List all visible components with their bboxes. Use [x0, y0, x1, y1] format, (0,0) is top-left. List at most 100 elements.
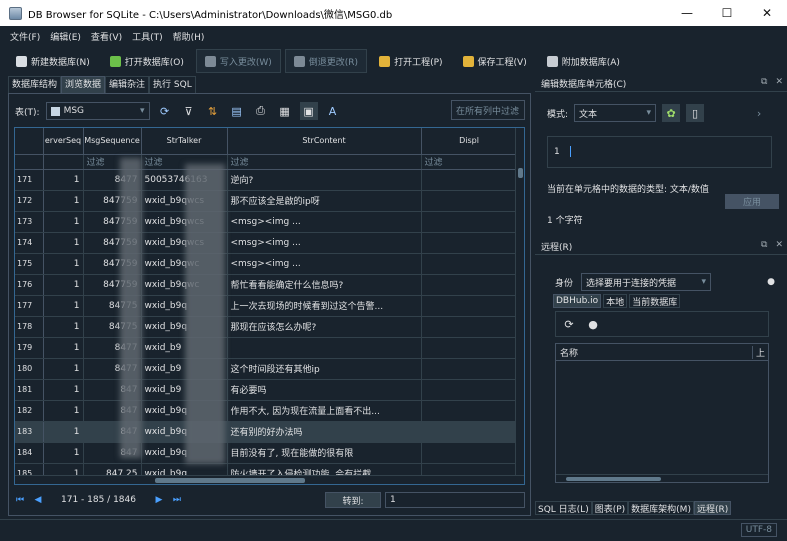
- apply-button[interactable]: 应用: [725, 194, 779, 209]
- cell[interactable]: 有必要吗: [227, 379, 422, 401]
- cell[interactable]: 1: [43, 358, 84, 380]
- tab-execute-sql[interactable]: 执行 SQL: [149, 76, 196, 93]
- cell[interactable]: [421, 316, 518, 338]
- float-icon[interactable]: ⧉: [761, 240, 767, 250]
- remote-list[interactable]: 名称 上: [555, 343, 769, 483]
- cell[interactable]: <msg><img ...: [227, 253, 422, 275]
- more-icon[interactable]: ›: [750, 104, 768, 122]
- cell[interactable]: [421, 190, 518, 212]
- tab-db-schema[interactable]: 数据库架构(M): [628, 501, 694, 515]
- cell[interactable]: 1: [43, 169, 84, 191]
- column-header[interactable]: MsgSequence: [83, 128, 142, 155]
- cell[interactable]: [421, 421, 518, 443]
- scroll-thumb[interactable]: [566, 477, 661, 481]
- goto-input[interactable]: 1: [385, 492, 525, 508]
- filter-input[interactable]: 过滤: [421, 154, 518, 170]
- cell[interactable]: 1: [43, 232, 84, 254]
- sort-icon[interactable]: ⇅: [204, 102, 222, 120]
- clone-icon[interactable]: ●: [584, 315, 602, 333]
- cell[interactable]: [227, 337, 422, 359]
- filter-input[interactable]: 过滤: [227, 154, 422, 170]
- previous-record-icon[interactable]: ◀: [33, 495, 43, 505]
- cell[interactable]: [421, 232, 518, 254]
- row-number[interactable]: 173: [15, 211, 44, 233]
- row-number[interactable]: 176: [15, 274, 44, 296]
- cell[interactable]: [421, 253, 518, 275]
- print-icon[interactable]: ⎙: [252, 102, 270, 120]
- save-project-button[interactable]: 保存工程(V): [455, 49, 535, 73]
- cell[interactable]: 1: [43, 442, 84, 464]
- name-column-header[interactable]: 名称: [556, 346, 752, 359]
- delete-record-icon[interactable]: ▣: [299, 102, 318, 120]
- table-row[interactable]: 1811847wxid_b9有必要吗: [15, 379, 518, 401]
- cell[interactable]: 1: [43, 253, 84, 275]
- row-number[interactable]: 184: [15, 442, 44, 464]
- vertical-scrollbar[interactable]: [515, 128, 524, 484]
- close-icon[interactable]: ✕: [775, 77, 783, 87]
- cell[interactable]: [421, 358, 518, 380]
- menu-view[interactable]: 查看(V): [89, 28, 124, 45]
- refresh-icon[interactable]: ⟳: [156, 102, 174, 120]
- import-icon[interactable]: ▯: [686, 104, 705, 122]
- close-button[interactable]: ✕: [747, 0, 787, 26]
- user-icon[interactable]: ●: [767, 277, 775, 287]
- column-header[interactable]: StrContent: [227, 128, 422, 155]
- tab-current-db[interactable]: 当前数据库: [629, 294, 681, 308]
- write-changes-button[interactable]: 写入更改(W): [195, 49, 281, 73]
- revert-changes-button[interactable]: 倒退更改(R): [284, 49, 368, 73]
- row-number[interactable]: 179: [15, 337, 44, 359]
- cell[interactable]: 帮忙看看能确定什么信息吗?: [227, 274, 422, 296]
- refresh-icon[interactable]: ⟳: [560, 315, 578, 333]
- scroll-thumb[interactable]: [518, 168, 523, 178]
- cell[interactable]: 目前没有了, 现在能做的很有限: [227, 442, 422, 464]
- cell[interactable]: 1: [43, 337, 84, 359]
- row-number[interactable]: 177: [15, 295, 44, 317]
- column-header[interactable]: erverSeq: [43, 128, 84, 155]
- filter-input[interactable]: [43, 154, 84, 170]
- insert-record-icon[interactable]: ▦: [276, 102, 294, 120]
- table-row[interactable]: 1731847759wxid_b9qwcs<msg><img ...: [15, 211, 518, 233]
- row-number[interactable]: 183: [15, 421, 44, 443]
- cell[interactable]: [421, 169, 518, 191]
- table-row[interactable]: 1711847750053746163逆向?: [15, 169, 518, 191]
- cell[interactable]: <msg><img ...: [227, 211, 422, 233]
- cell[interactable]: 这个时间段还有其他ip: [227, 358, 422, 380]
- cell[interactable]: 上一次去现场的时候看到过这个告警...: [227, 295, 422, 317]
- filter-all-input[interactable]: 在所有列中过滤: [451, 100, 525, 120]
- horizontal-scrollbar[interactable]: [15, 475, 524, 484]
- table-row[interactable]: 1821847wxid_b9q作用不大, 因为现在流量上面看不出...: [15, 400, 518, 422]
- menu-help[interactable]: 帮助(H): [171, 28, 207, 45]
- cell[interactable]: [421, 211, 518, 233]
- open-database-button[interactable]: 打开数据库(O): [102, 49, 192, 73]
- table-row[interactable]: 1831847wxid_b9q还有别的好办法吗: [15, 421, 518, 443]
- table-row[interactable]: 17918477wxid_b9: [15, 337, 518, 359]
- scroll-thumb[interactable]: [155, 478, 305, 483]
- row-number[interactable]: 178: [15, 316, 44, 338]
- table-row[interactable]: 177184775wxid_b9q上一次去现场的时候看到过这个告警...: [15, 295, 518, 317]
- cell[interactable]: [421, 442, 518, 464]
- table-row[interactable]: 1841847wxid_b9q目前没有了, 现在能做的很有限: [15, 442, 518, 464]
- cell[interactable]: [421, 295, 518, 317]
- clear-filters-icon[interactable]: ⊽: [180, 102, 198, 120]
- identity-select[interactable]: 选择要用于连接的凭据 ▾: [581, 273, 712, 291]
- column-header[interactable]: StrTalker: [141, 128, 228, 155]
- menu-edit[interactable]: 编辑(E): [48, 28, 83, 45]
- cell[interactable]: 1: [43, 400, 84, 422]
- menu-file[interactable]: 文件(F): [8, 28, 42, 45]
- row-number[interactable]: 182: [15, 400, 44, 422]
- cell[interactable]: 逆向?: [227, 169, 422, 191]
- cell[interactable]: 1: [43, 211, 84, 233]
- cell[interactable]: 1: [43, 295, 84, 317]
- open-project-button[interactable]: 打开工程(P): [371, 49, 450, 73]
- cell[interactable]: 1: [43, 379, 84, 401]
- goto-button[interactable]: 转到:: [325, 492, 381, 508]
- column-header[interactable]: 上: [751, 345, 768, 359]
- cell[interactable]: 作用不大, 因为现在流量上面看不出...: [227, 400, 422, 422]
- menu-tools[interactable]: 工具(T): [130, 28, 165, 45]
- tab-sql-log[interactable]: SQL 日志(L): [535, 501, 592, 515]
- tab-plot[interactable]: 图表(P): [591, 501, 629, 515]
- cell[interactable]: 还有别的好办法吗: [227, 421, 422, 443]
- settings-icon[interactable]: ✿: [662, 104, 681, 122]
- float-icon[interactable]: ⧉: [761, 77, 767, 87]
- cell[interactable]: <msg><img ...: [227, 232, 422, 254]
